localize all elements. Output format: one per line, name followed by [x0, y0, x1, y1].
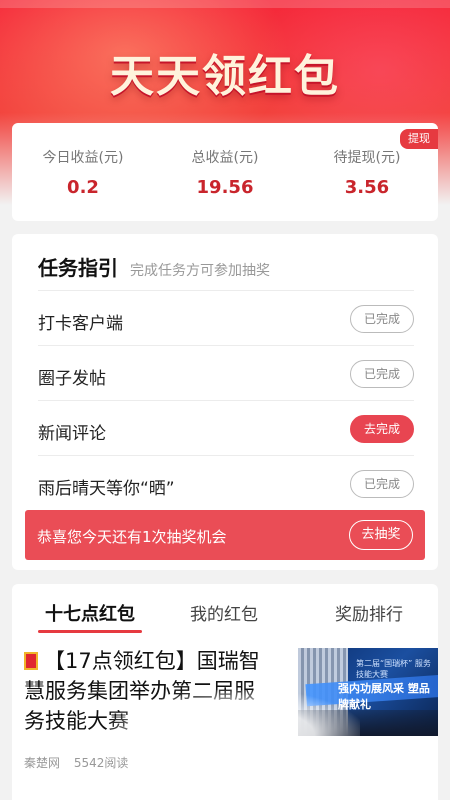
- tab-my-red-packets[interactable]: 我的红包: [182, 600, 266, 625]
- lottery-text: 恭喜您今天还有1次抽奖机会: [37, 528, 227, 546]
- task-row: 圈子发帖 已完成: [38, 345, 414, 400]
- tab-reward-ranking[interactable]: 奖励排行: [324, 600, 414, 625]
- earning-value: 19.56: [196, 177, 254, 198]
- earnings-card: 提现 今日收益(元) 0.2 总收益(元) 19.56 待提现(元) 3.56: [12, 123, 438, 221]
- task-go-button[interactable]: 去完成: [350, 415, 414, 443]
- lottery-banner: 恭喜您今天还有1次抽奖机会 去抽奖: [25, 510, 425, 560]
- withdraw-button[interactable]: 提现: [400, 129, 438, 149]
- earning-value: 3.56: [344, 177, 390, 198]
- tasks-header: 任务指引 完成任务方可参加抽奖: [38, 252, 270, 280]
- task-row: 雨后晴天等你“晒” 已完成: [38, 455, 414, 510]
- task-name: 圈子发帖: [38, 369, 106, 389]
- tasks-card: 任务指引 完成任务方可参加抽奖 打卡客户端 已完成 圈子发帖 已完成 新闻评论 …: [12, 234, 438, 570]
- article-source: 秦楚网: [24, 756, 61, 770]
- active-tab-indicator: [38, 630, 142, 633]
- loading-blur-overlay: [110, 690, 360, 780]
- task-name: 雨后晴天等你“晒”: [38, 479, 175, 499]
- task-name: 打卡客户端: [38, 314, 123, 334]
- tab-seventeen-red-packet[interactable]: 十七点红包: [38, 600, 142, 626]
- earning-label: 待提现(元): [333, 150, 401, 166]
- status-bar-area: [0, 0, 450, 8]
- thumbnail-caption-small: 第二届“国瑞杯” 服务技能大赛: [356, 659, 431, 679]
- earning-pending: 待提现(元) 3.56: [296, 147, 438, 198]
- page-title: 天天领红包: [110, 51, 340, 102]
- task-status-button[interactable]: 已完成: [350, 360, 414, 388]
- tasks-title: 任务指引: [38, 256, 118, 280]
- earning-label: 总收益(元): [191, 150, 259, 166]
- task-status-button[interactable]: 已完成: [350, 305, 414, 333]
- task-row: 打卡客户端 已完成: [38, 290, 414, 345]
- earning-total: 总收益(元) 19.56: [154, 147, 296, 198]
- task-name: 新闻评论: [38, 424, 106, 444]
- tasks-subtitle: 完成任务方可参加抽奖: [130, 263, 270, 279]
- task-status-button[interactable]: 已完成: [350, 470, 414, 498]
- task-row: 新闻评论 去完成: [38, 400, 414, 455]
- lottery-button[interactable]: 去抽奖: [349, 520, 413, 550]
- earning-today: 今日收益(元) 0.2: [12, 147, 154, 198]
- flag-icon: [24, 652, 38, 670]
- earning-label: 今日收益(元): [42, 150, 124, 166]
- earning-value: 0.2: [67, 177, 99, 198]
